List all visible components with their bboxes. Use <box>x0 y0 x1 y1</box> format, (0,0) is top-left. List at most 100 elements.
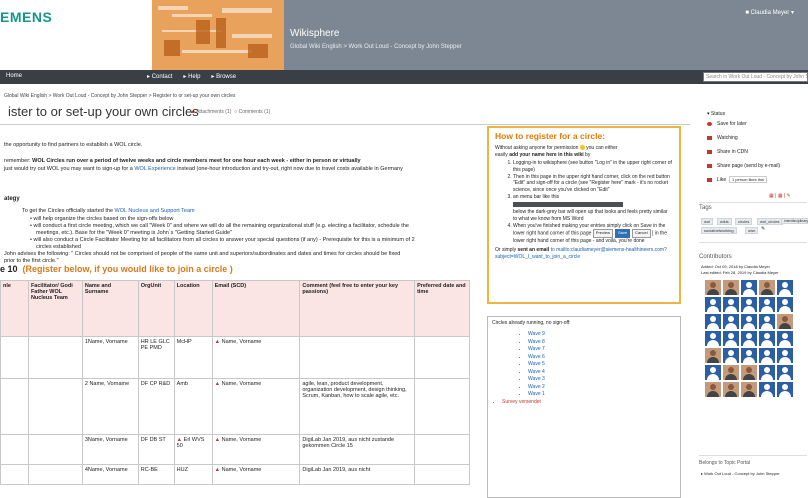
wave-link[interactable]: Wave 6 <box>528 354 676 362</box>
avatar[interactable] <box>777 348 793 363</box>
tag-chip[interactable]: socialnetworking <box>701 227 737 234</box>
tag-chip[interactable]: interdisciplinary <box>781 218 808 224</box>
user-menu[interactable]: ■ Claudia Meyer ▾ <box>745 9 794 16</box>
avatar[interactable] <box>741 331 757 346</box>
nav-contact[interactable]: ▸ Contact <box>147 73 172 80</box>
intro-line-1: the opportunity to find partners to esta… <box>4 142 143 148</box>
wave-link[interactable]: Wave 2 <box>528 384 676 392</box>
wave-link[interactable]: Wave 3 <box>528 376 676 384</box>
wave-link[interactable]: Wave 1 <box>528 391 676 399</box>
nav-help[interactable]: ▸ Help <box>183 73 200 80</box>
avatar[interactable] <box>759 297 775 312</box>
contributor-avatars <box>705 280 803 397</box>
search-input[interactable]: Search in Work Out Loud - Concept by Joh… <box>703 72 808 82</box>
avatar[interactable] <box>741 314 757 329</box>
wave-link[interactable]: Wave 4 <box>528 369 676 377</box>
pdf-icon[interactable]: ▦ <box>778 193 783 199</box>
edit-icon[interactable]: ✎ <box>787 193 791 199</box>
avatar[interactable] <box>723 382 739 397</box>
tag-chip[interactable]: wikis <box>717 218 732 225</box>
wol-experience-link[interactable]: WOL Experience <box>134 166 175 172</box>
avatar[interactable] <box>759 280 775 295</box>
edit-tags-icon[interactable]: ✎ <box>761 226 765 232</box>
avatar[interactable] <box>777 314 793 329</box>
tag-chip[interactable]: wol_circles <box>757 218 783 225</box>
chevron-down-icon: ▾ <box>790 10 794 16</box>
wave-link[interactable]: Wave 7 <box>528 346 676 354</box>
avatar[interactable] <box>723 297 739 312</box>
col-header: nle <box>0 280 29 337</box>
like-button[interactable]: Like 1 person likes this <box>707 176 767 183</box>
intro-line-2: remember: WOL Circles run over a period … <box>4 158 361 164</box>
smiley-icon <box>579 145 585 151</box>
mail-icon <box>707 163 712 168</box>
wave-link[interactable]: Wave 9 <box>528 331 676 339</box>
siemens-logo[interactable]: EMENS <box>0 9 52 25</box>
breadcrumb[interactable]: Global Wiki English > Work Out Loud - Co… <box>4 93 235 99</box>
status-toggle[interactable]: ▾ Status <box>707 111 725 117</box>
avatar[interactable] <box>705 280 721 295</box>
user-link-icon: ▲ <box>214 467 221 473</box>
nav-home[interactable]: Home <box>6 73 22 79</box>
avatar[interactable] <box>759 382 775 397</box>
waves-heading: Circles already running, no sign-off: <box>492 320 571 326</box>
site-title[interactable]: Wikisphere <box>290 28 339 39</box>
portal-link[interactable]: ▸ Work Out Loud - Concept by John Steppe… <box>701 471 780 476</box>
save-buttons-sample: Preview Save Cancel <box>592 229 651 238</box>
nav-browse[interactable]: ▸ Browse <box>211 73 236 80</box>
site-breadcrumb-sub[interactable]: Global Wiki English > Work Out Loud - Co… <box>290 44 462 50</box>
avatar[interactable] <box>741 297 757 312</box>
avatar[interactable] <box>705 331 721 346</box>
avatar[interactable] <box>759 348 775 363</box>
print-icon[interactable]: ▦ <box>769 193 774 199</box>
avatar[interactable] <box>777 365 793 380</box>
nucleus-team-link[interactable]: WOL Nucleus and Support Team <box>115 208 195 214</box>
avatar[interactable] <box>705 297 721 312</box>
list-item: When you've finished making your entries… <box>513 223 673 245</box>
share-cdn-button[interactable]: Share in CDN <box>707 149 748 155</box>
list-item: circles established <box>36 244 81 250</box>
avatar[interactable] <box>777 331 793 346</box>
avatar[interactable] <box>777 297 793 312</box>
avatar[interactable] <box>759 331 775 346</box>
list-item: Logging-in to wikisphere (see button "Lo… <box>513 160 673 173</box>
avatar[interactable] <box>723 348 739 363</box>
tag-chip[interactable]: wol <box>701 218 714 225</box>
avatar[interactable] <box>777 382 793 397</box>
avatar[interactable] <box>705 348 721 363</box>
share-email-button[interactable]: Share page (send by e-mail) <box>707 163 780 169</box>
avatar[interactable] <box>705 365 721 380</box>
avatar[interactable] <box>705 314 721 329</box>
list-item: • will help organize the circles based o… <box>30 216 174 222</box>
tag-chip[interactable]: own <box>745 227 759 234</box>
avatar[interactable] <box>723 314 739 329</box>
avatar[interactable] <box>723 365 739 380</box>
avatar[interactable] <box>759 365 775 380</box>
wave-link[interactable]: Wave 5 <box>528 361 676 369</box>
avatar[interactable] <box>777 280 793 295</box>
register-option-1: easily add your name here in this wiki b… <box>495 152 591 158</box>
col-header: Location <box>173 280 213 337</box>
circle-table: nle Facilitator/ Godi Father WOL Nucleus… <box>0 280 470 485</box>
circle-table-heading: e 10 (Register below, if you would like … <box>0 264 233 274</box>
avatar[interactable] <box>741 382 757 397</box>
attachment-icon: ▲ <box>190 109 195 115</box>
bookmark-icon <box>707 121 712 126</box>
watching-button[interactable]: Watching <box>707 135 738 141</box>
attachments-link[interactable]: Attachments (1) <box>196 109 231 115</box>
avatar[interactable] <box>741 365 757 380</box>
wave-link[interactable]: Wave 8 <box>528 339 676 347</box>
save-for-later-button[interactable]: Save for later <box>707 121 747 127</box>
col-header: Facilitator/ Godi Father WOL Nucleus Tea… <box>27 280 83 337</box>
avatar[interactable] <box>741 280 757 295</box>
avatar[interactable] <box>723 280 739 295</box>
avatar[interactable] <box>741 348 757 363</box>
comments-link[interactable]: Comments (1) <box>239 109 271 115</box>
avatar[interactable] <box>705 382 721 397</box>
col-header: Preferred date and time <box>414 280 470 337</box>
user-link-icon: ▲ <box>214 437 221 443</box>
avatar[interactable] <box>723 331 739 346</box>
tag-chip[interactable]: circles <box>735 218 753 225</box>
avatar[interactable] <box>759 314 775 329</box>
survey-link[interactable]: Survey versendet <box>502 399 676 407</box>
